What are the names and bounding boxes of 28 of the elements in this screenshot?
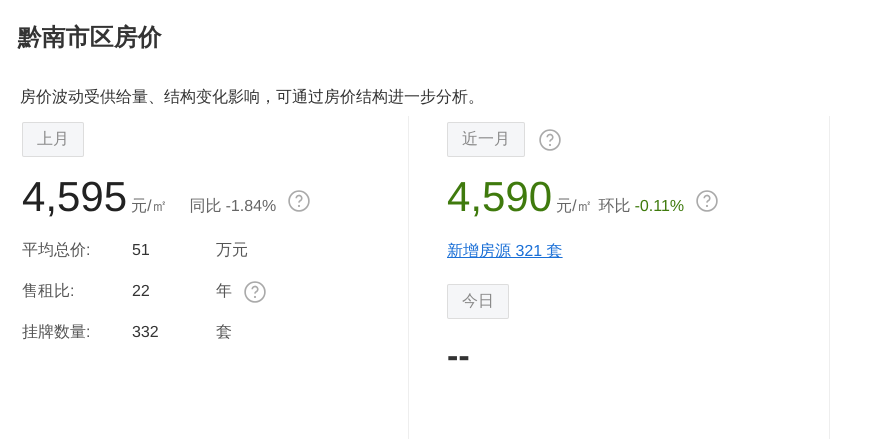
stat-label: 售租比: xyxy=(22,282,76,302)
change-value: -0.11% xyxy=(634,198,684,216)
price-unit: 元/㎡ xyxy=(131,197,168,217)
period-tag: 上月 xyxy=(22,122,84,157)
stat-unit: 年 xyxy=(216,282,232,302)
price-value: 4,590 xyxy=(447,173,552,221)
price-unit: 元/㎡ xyxy=(556,197,593,217)
stat-label: 平均总价: xyxy=(22,241,92,261)
change-label: 环比 xyxy=(598,196,631,217)
help-icon[interactable] xyxy=(539,128,561,150)
help-icon[interactable] xyxy=(288,190,310,212)
change-value: -1.84% xyxy=(226,198,276,216)
change-label: 同比 xyxy=(190,196,222,217)
stat-label: 挂牌数量: xyxy=(22,323,92,343)
new-listings-link[interactable]: 新增房源 321 套 xyxy=(447,241,563,262)
stat-value: 332 xyxy=(132,324,160,342)
help-icon[interactable] xyxy=(244,280,266,302)
price-value: 4,595 xyxy=(22,173,128,221)
period-tag: 近一月 xyxy=(447,122,525,157)
stat-value: 51 xyxy=(132,242,151,260)
stat-unit: 万元 xyxy=(216,241,248,261)
today-price-value: -- xyxy=(447,337,471,376)
period-tag: 今日 xyxy=(447,284,509,319)
page-title: 黔南市区房价 xyxy=(18,23,163,53)
help-icon[interactable] xyxy=(696,190,718,212)
stat-value: 22 xyxy=(132,282,151,300)
description: 房价波动受供给量、结构变化影响，可通过房价结构进一步分析。 xyxy=(19,88,485,108)
stat-unit: 套 xyxy=(216,323,232,343)
